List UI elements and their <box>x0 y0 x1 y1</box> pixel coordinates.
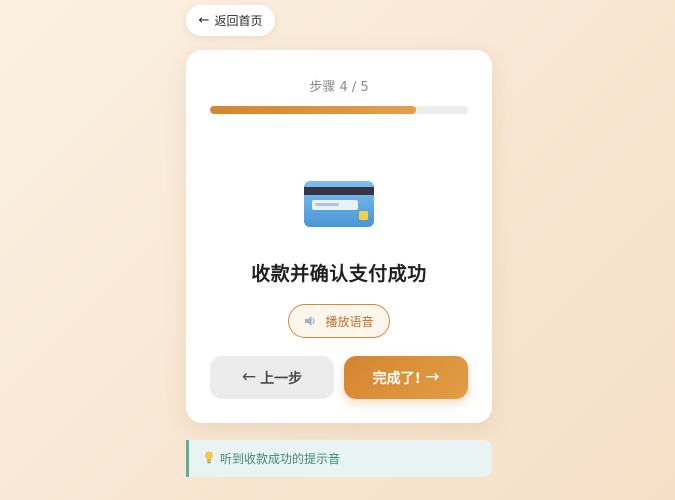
finish-label: 完成了! <box>372 370 422 387</box>
finish-button[interactable]: 完成了! → <box>344 356 468 399</box>
play-audio-button[interactable]: 播放语音 <box>288 304 390 338</box>
previous-step-label: 上一步 <box>260 370 303 387</box>
hint-text: 听到收款成功的提示音 <box>220 452 341 466</box>
credit-card-icon <box>304 181 374 227</box>
back-button-label: 返回首页 <box>214 14 263 28</box>
speaker-icon <box>304 315 317 327</box>
back-to-home-button[interactable]: ← 返回首页 <box>186 5 275 36</box>
left-arrow-icon: ← <box>241 367 257 387</box>
back-arrow-icon: ← <box>198 13 210 28</box>
step-indicator: 步骤 4 / 5 <box>309 80 369 95</box>
task-title: 收款并确认支付成功 <box>251 263 427 285</box>
previous-step-button[interactable]: ← 上一步 <box>210 356 334 399</box>
right-arrow-icon: → <box>425 367 440 387</box>
progress-bar <box>210 106 468 114</box>
step-card: 步骤 4 / 5 收款并确认支付成功 播放语音 ← 上一步 完成了! → <box>186 50 492 423</box>
lightbulb-icon <box>204 451 214 467</box>
play-audio-label: 播放语音 <box>325 314 374 329</box>
hint-box: 听到收款成功的提示音 <box>186 440 492 477</box>
progress-bar-fill <box>210 106 417 114</box>
